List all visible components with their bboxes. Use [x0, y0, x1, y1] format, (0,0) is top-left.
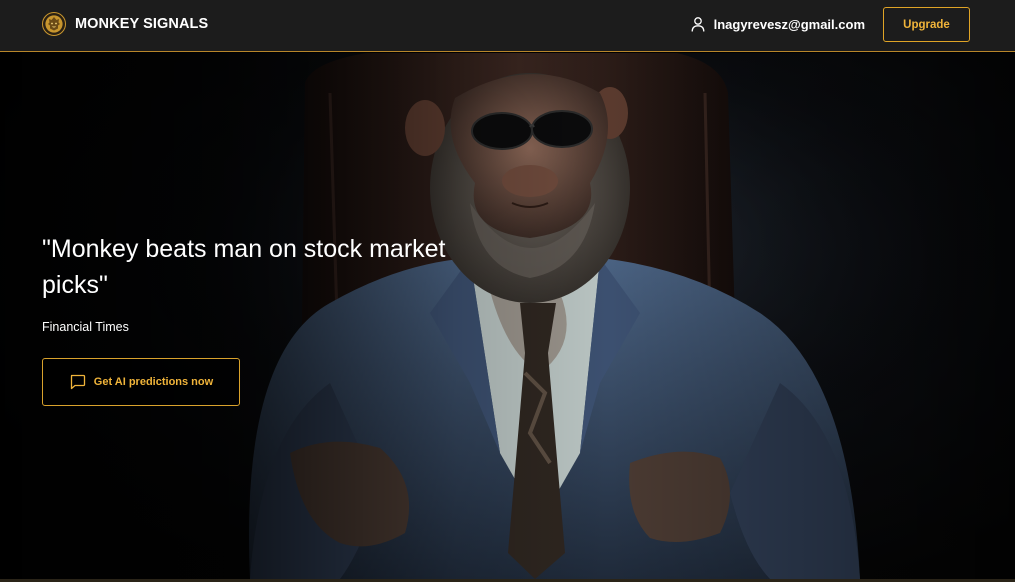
user-icon [691, 17, 705, 32]
get-ai-predictions-button[interactable]: Get AI predictions now [42, 358, 240, 406]
hero-content: "Monkey beats man on stock market picks"… [42, 231, 512, 406]
upgrade-button[interactable]: Upgrade [883, 7, 970, 42]
chat-bubble-icon [70, 374, 85, 390]
brand-name: MONKEY SIGNALS [75, 15, 209, 32]
page: MONKEY SIGNALS lnagyrevesz@gmail.com Upg… [0, 0, 1015, 582]
brand-link[interactable]: MONKEY SIGNALS [42, 11, 208, 36]
cta-label: Get AI predictions now [93, 376, 214, 388]
hero-headline: "Monkey beats man on stock market picks" [42, 235, 446, 299]
hero-section: "Monkey beats man on stock market picks"… [0, 53, 1015, 579]
user-email: lnagyrevesz@gmail.com [713, 16, 865, 32]
lion-crest-icon [42, 11, 66, 36]
quote-source: Financial Times [42, 320, 129, 334]
user-account[interactable]: lnagyrevesz@gmail.com [690, 14, 865, 34]
top-navbar: MONKEY SIGNALS lnagyrevesz@gmail.com Upg… [0, 0, 1015, 52]
